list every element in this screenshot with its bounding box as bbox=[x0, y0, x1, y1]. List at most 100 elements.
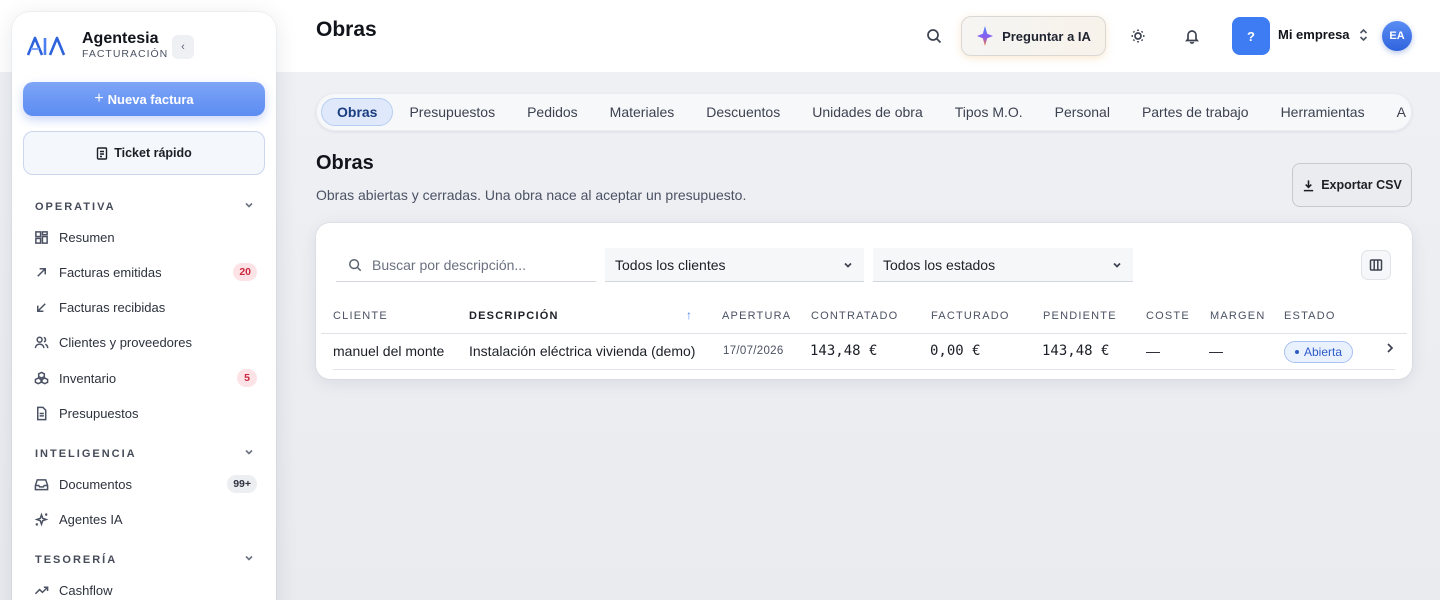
sidebar-item-label: Inventario bbox=[59, 370, 117, 386]
row-open-button[interactable] bbox=[1384, 341, 1396, 360]
tab-unidades-de-obra[interactable]: Unidades de obra bbox=[796, 98, 939, 126]
theme-toggle-button[interactable] bbox=[1129, 27, 1147, 45]
column-header-facturado[interactable]: FACTURADO bbox=[931, 310, 1010, 322]
state-filter-select[interactable]: Todos los estados bbox=[873, 248, 1133, 282]
search-input[interactable] bbox=[372, 256, 582, 273]
sidebar-item-agentes-ia[interactable]: Agentes IA bbox=[33, 508, 257, 530]
section-inteligencia[interactable]: INTELIGENCIA bbox=[35, 446, 255, 461]
section-operativa[interactable]: OPERATIVA bbox=[35, 199, 255, 214]
sidebar-item-label: Agentes IA bbox=[59, 511, 123, 527]
tab-presupuestos[interactable]: Presupuestos bbox=[393, 98, 511, 126]
cell-apertura: 17/07/2026 bbox=[723, 345, 784, 357]
quick-ticket-label: Ticket rápido bbox=[114, 146, 192, 160]
chevron-left-icon: ‹ bbox=[181, 41, 185, 53]
company-switcher[interactable]: Mi empresa bbox=[1278, 27, 1369, 42]
sidebar-item-clientes[interactable]: Clientes y proveedores bbox=[33, 331, 257, 353]
sparkle-ai-icon bbox=[977, 26, 994, 46]
sidebar-item-label: Presupuestos bbox=[59, 405, 139, 421]
section-tesoreria[interactable]: TESORERÍA bbox=[35, 552, 255, 567]
columns-toggle-button[interactable] bbox=[1361, 250, 1391, 280]
receipt-icon bbox=[97, 146, 108, 160]
tab-descuentos[interactable]: Descuentos bbox=[690, 98, 796, 126]
trend-icon bbox=[33, 582, 49, 598]
collapse-sidebar-button[interactable]: ‹ bbox=[172, 35, 194, 59]
sidebar-item-inventario[interactable]: Inventario 5 bbox=[33, 367, 257, 389]
sidebar-item-cashflow[interactable]: Cashflow bbox=[33, 579, 257, 600]
sort-ascending-icon[interactable]: ↑ bbox=[686, 308, 692, 322]
download-icon bbox=[1304, 179, 1314, 191]
brand[interactable]: Agentesia FACTURACIÓN bbox=[26, 30, 168, 61]
tab-personal[interactable]: Personal bbox=[1039, 98, 1126, 126]
column-header-apertura[interactable]: APERTURA bbox=[722, 310, 791, 322]
brand-name: Agentesia bbox=[82, 30, 159, 47]
count-badge: 99+ bbox=[227, 475, 257, 493]
section-title: INTELIGENCIA bbox=[35, 447, 137, 460]
cell-descripcion: Instalación eléctrica vivienda (demo) bbox=[469, 343, 696, 359]
search-icon bbox=[927, 29, 942, 44]
sidebar-item-facturas-recibidas[interactable]: Facturas recibidas bbox=[33, 296, 257, 318]
cell-coste: — bbox=[1146, 343, 1160, 359]
sidebar-item-label: Cashflow bbox=[59, 582, 113, 598]
tab-materiales[interactable]: Materiales bbox=[594, 98, 691, 126]
plus-icon: + bbox=[94, 90, 104, 107]
column-header-margen[interactable]: MARGEN bbox=[1210, 310, 1265, 322]
ask-ai-label: Preguntar a IA bbox=[1002, 28, 1091, 44]
chevron-right-icon bbox=[1387, 343, 1394, 353]
tab-obras[interactable]: Obras bbox=[321, 98, 394, 126]
column-header-cliente[interactable]: CLIENTE bbox=[333, 310, 388, 322]
sidebar-item-presupuestos[interactable]: Presupuestos bbox=[33, 402, 257, 424]
column-header-estado[interactable]: ESTADO bbox=[1284, 310, 1336, 322]
section-title: Obras bbox=[316, 152, 374, 174]
client-filter-value: Todos los clientes bbox=[615, 256, 726, 273]
obras-table-card: Todos los clientes Todos los estados CLI… bbox=[316, 223, 1412, 379]
new-invoice-label: Nueva factura bbox=[107, 91, 194, 107]
status-badge: Abierta bbox=[1284, 341, 1354, 363]
inbox-icon bbox=[33, 476, 49, 492]
sidebar-item-resumen[interactable]: Resumen bbox=[33, 226, 257, 248]
tab-truncated[interactable]: A bbox=[1381, 98, 1412, 126]
export-csv-label: Exportar CSV bbox=[1321, 178, 1402, 192]
sidebar-item-facturas-emitidas[interactable]: Facturas emitidas 20 bbox=[33, 261, 257, 283]
tab-tipos-mo[interactable]: Tipos M.O. bbox=[939, 98, 1039, 126]
client-filter-select[interactable]: Todos los clientes bbox=[605, 248, 864, 282]
page-title: Obras bbox=[316, 18, 377, 41]
section-title: OPERATIVA bbox=[35, 200, 116, 213]
section-description: Obras abiertas y cerradas. Una obra nace… bbox=[316, 187, 747, 203]
columns-icon bbox=[1369, 259, 1383, 271]
sparkles-icon bbox=[33, 511, 49, 527]
cell-cliente: manuel del monte bbox=[333, 343, 445, 359]
section-title: TESORERÍA bbox=[35, 553, 118, 566]
column-header-descripcion[interactable]: DESCRIPCIÓN bbox=[469, 310, 559, 322]
column-header-pendiente[interactable]: PENDIENTE bbox=[1043, 310, 1117, 322]
avatar[interactable]: EA bbox=[1382, 21, 1412, 51]
chevron-updown-icon bbox=[1359, 28, 1367, 41]
chevron-down-icon bbox=[243, 552, 255, 567]
search-field[interactable] bbox=[336, 248, 596, 282]
tab-herramientas[interactable]: Herramientas bbox=[1265, 98, 1381, 126]
cell-pendiente: 143,48 € bbox=[1042, 343, 1110, 359]
search-button[interactable] bbox=[925, 27, 943, 45]
sidebar-item-documentos[interactable]: Documentos 99+ bbox=[33, 473, 257, 495]
tab-partes-de-trabajo[interactable]: Partes de trabajo bbox=[1126, 98, 1265, 126]
tab-pedidos[interactable]: Pedidos bbox=[511, 98, 594, 126]
column-header-coste[interactable]: COSTE bbox=[1146, 310, 1190, 322]
cell-margen: — bbox=[1209, 343, 1223, 359]
column-header-contratado[interactable]: CONTRATADO bbox=[811, 310, 898, 322]
cell-facturado: 0,00 € bbox=[930, 343, 981, 359]
help-button[interactable]: ? bbox=[1232, 17, 1270, 55]
search-icon bbox=[349, 258, 362, 271]
arrow-down-left-icon bbox=[33, 299, 49, 315]
status-dot-icon bbox=[1295, 350, 1299, 354]
cell-contratado: 143,48 € bbox=[810, 343, 878, 359]
count-badge: 20 bbox=[233, 263, 257, 281]
tab-bar: Obras Presupuestos Pedidos Materiales De… bbox=[316, 93, 1412, 131]
notifications-button[interactable] bbox=[1183, 27, 1201, 45]
ask-ai-button[interactable]: Preguntar a IA bbox=[961, 16, 1106, 56]
quick-ticket-button[interactable]: Ticket rápido bbox=[23, 131, 265, 175]
arrow-up-right-icon bbox=[33, 264, 49, 280]
export-csv-button[interactable]: Exportar CSV bbox=[1292, 163, 1412, 207]
new-invoice-button[interactable]: + Nueva factura bbox=[23, 82, 265, 116]
chevron-down-icon bbox=[243, 199, 255, 214]
boxes-icon bbox=[33, 370, 49, 386]
count-badge: 5 bbox=[237, 369, 257, 387]
